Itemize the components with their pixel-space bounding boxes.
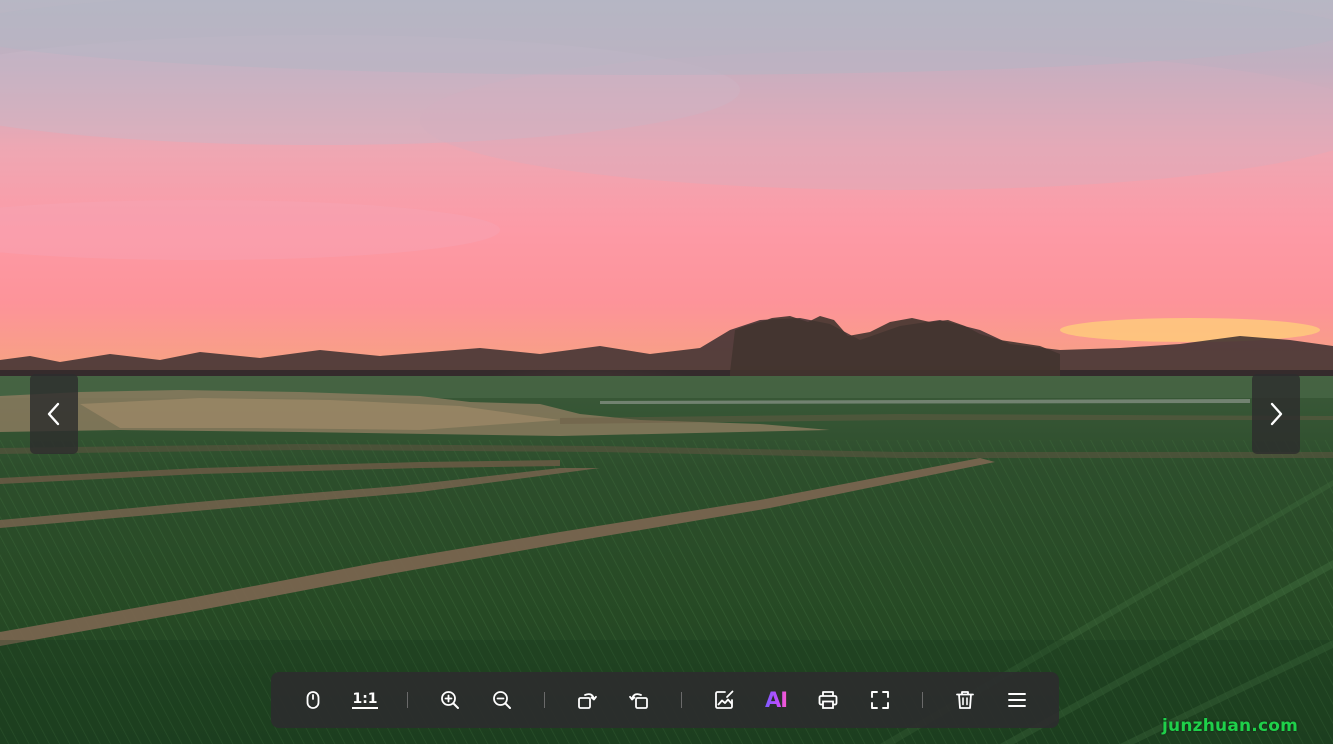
displayed-photo	[0, 0, 1333, 744]
zoom-out-button[interactable]	[484, 682, 520, 718]
more-menu-button[interactable]	[999, 682, 1035, 718]
delete-button[interactable]	[947, 682, 983, 718]
print-button[interactable]	[810, 682, 846, 718]
edit-image-button[interactable]	[706, 682, 742, 718]
previous-image-button[interactable]	[30, 374, 78, 454]
mouse-icon	[306, 691, 320, 709]
image-viewer: 1:1 AI junzhuan.com	[0, 0, 1333, 744]
actual-size-button[interactable]: 1:1	[347, 682, 383, 718]
viewer-toolbar: 1:1 AI	[271, 672, 1059, 728]
toolbar-divider	[407, 692, 408, 708]
next-image-button[interactable]	[1252, 374, 1300, 454]
site-watermark: junzhuan.com	[1162, 716, 1299, 736]
rotate-left-button[interactable]	[621, 682, 657, 718]
actual-size-label: 1:1	[352, 690, 378, 709]
menu-icon	[1008, 693, 1026, 707]
rotate-right-button[interactable]	[569, 682, 605, 718]
fullscreen-button[interactable]	[862, 682, 898, 718]
toolbar-divider	[681, 692, 682, 708]
ai-label: AI	[764, 688, 788, 712]
zoom-in-icon	[441, 691, 459, 709]
edit-image-icon	[715, 690, 734, 709]
rotate-left-icon	[629, 693, 648, 709]
mouse-mode-button[interactable]	[295, 682, 331, 718]
fullscreen-icon	[871, 691, 889, 709]
trash-icon	[956, 691, 974, 709]
zoom-out-icon	[493, 691, 511, 709]
chevron-left-icon	[47, 402, 60, 426]
toolbar-divider	[544, 692, 545, 708]
print-icon	[818, 691, 838, 709]
rotate-right-icon	[578, 693, 597, 709]
zoom-in-button[interactable]	[432, 682, 468, 718]
chevron-right-icon	[1270, 402, 1283, 426]
ai-tools-button[interactable]: AI	[758, 682, 794, 718]
toolbar-divider	[922, 692, 923, 708]
